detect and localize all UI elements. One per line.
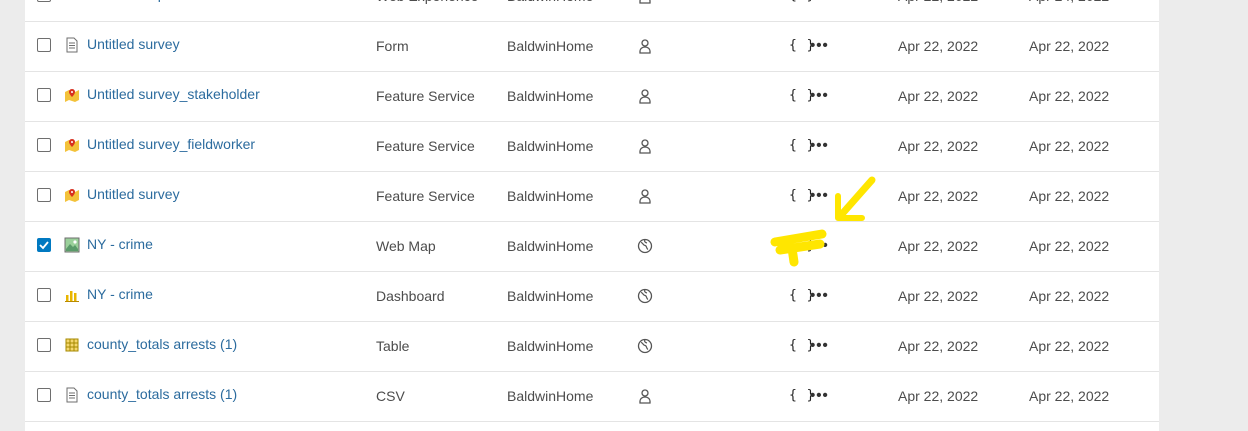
table-row[interactable]: Untitled survey Feature Service BaldwinHom… <box>25 171 1159 222</box>
modified-date: Apr 22, 2022 <box>1029 138 1110 154</box>
dashboard-icon <box>64 287 80 303</box>
more-options-button[interactable]: ••• <box>810 0 829 21</box>
web-map-icon <box>64 237 80 253</box>
table-row[interactable]: county_totals arrests (1) Table BaldwinHom… <box>25 321 1159 372</box>
item-title-link[interactable]: Untitled survey <box>87 171 180 221</box>
item-owner: BaldwinHome <box>507 38 594 54</box>
created-date: Apr 22, 2022 <box>898 88 979 104</box>
item-title-link[interactable]: Untitled survey_stakeholder <box>87 71 260 121</box>
item-type: Feature Service <box>376 138 475 154</box>
form-icon <box>64 37 80 53</box>
csv-file-icon <box>64 387 80 403</box>
item-title-link[interactable]: county_totals arrests (1) <box>87 321 237 371</box>
public-globe-icon <box>637 338 653 354</box>
more-options-button[interactable]: ••• <box>810 121 829 171</box>
row-checkbox[interactable] <box>37 138 51 152</box>
feature-service-icon <box>64 187 80 203</box>
feature-service-icon <box>64 137 80 153</box>
table-row[interactable]: county_totals arrests (1) CSV BaldwinHome{… <box>25 371 1159 422</box>
item-owner: BaldwinHome <box>507 388 594 404</box>
modified-date: Apr 22, 2022 <box>1029 38 1110 54</box>
row-checkbox[interactable] <box>37 288 51 302</box>
created-date: Apr 22, 2022 <box>898 338 979 354</box>
checkmark-icon <box>39 241 49 250</box>
more-options-button[interactable]: ••• <box>810 271 829 321</box>
more-options-button[interactable]: ••• <box>810 71 829 121</box>
more-options-button[interactable]: ••• <box>810 21 829 71</box>
public-globe-icon <box>637 288 653 304</box>
item-title-link[interactable]: Untitled survey_fieldworker <box>87 121 255 171</box>
item-title-link[interactable]: Untitled map <box>87 0 166 21</box>
row-checkbox[interactable] <box>37 238 51 252</box>
modified-date: Apr 22, 2022 <box>1029 388 1110 404</box>
item-owner: BaldwinHome <box>507 0 593 21</box>
item-owner: BaldwinHome <box>507 338 594 354</box>
modified-date: Apr 22, 2022 <box>1029 338 1110 354</box>
created-date: Apr 22, 2022 <box>898 388 979 404</box>
owner-icon <box>637 388 653 404</box>
table-row[interactable]: Untitled survey Form BaldwinHome{ } ••• Apr … <box>25 21 1159 72</box>
item-title-link[interactable]: Untitled survey <box>87 21 180 71</box>
item-owner: BaldwinHome <box>507 238 594 254</box>
modified-date: Apr 22, 2022 <box>1029 288 1110 304</box>
more-options-button[interactable]: ••• <box>810 371 829 421</box>
item-type: Web Map <box>376 238 436 254</box>
row-checkbox[interactable] <box>37 338 51 352</box>
row-checkbox[interactable] <box>37 88 51 102</box>
owner-icon <box>637 88 653 104</box>
table-row[interactable]: Untitled survey_stakeholder Feature Servi… <box>25 71 1159 122</box>
public-globe-icon <box>637 238 653 254</box>
owner-icon <box>637 38 653 54</box>
row-checkbox[interactable] <box>37 38 51 52</box>
item-type: Table <box>376 338 410 354</box>
modified-date: Apr 22, 2022 <box>1029 238 1110 254</box>
item-type: Feature Service <box>376 188 475 204</box>
created-date: Apr 22, 2022 <box>898 288 979 304</box>
more-options-button[interactable]: ••• <box>810 171 829 221</box>
table-row[interactable]: Untitled survey_fieldworker Feature Servi… <box>25 121 1159 172</box>
modified-date: Apr 24, 2022 <box>1029 0 1109 21</box>
owner-icon <box>637 138 653 154</box>
item-owner: BaldwinHome <box>507 188 594 204</box>
item-title-link[interactable]: NY - crime <box>87 221 153 271</box>
item-type: Feature Service <box>376 88 475 104</box>
more-options-button[interactable]: ••• <box>810 221 829 271</box>
created-date: Apr 22, 2022 <box>898 238 979 254</box>
item-owner: BaldwinHome <box>507 288 594 304</box>
modified-date: Apr 22, 2022 <box>1029 188 1110 204</box>
table-row[interactable]: NY - crime Web Map BaldwinHome{ } ••• Apr 22… <box>25 221 1159 272</box>
item-type: Dashboard <box>376 288 445 304</box>
item-title-link[interactable]: county_totals arrests (1) <box>87 371 237 421</box>
table-icon <box>64 337 80 353</box>
experience-icon <box>64 0 80 3</box>
created-date: Apr 22, 2022 <box>898 138 979 154</box>
feature-service-icon <box>64 87 80 103</box>
owner-icon <box>637 0 653 4</box>
row-checkbox[interactable] <box>37 388 51 402</box>
item-type: Form <box>376 38 409 54</box>
created-date: Apr 22, 2022 <box>898 38 979 54</box>
table-row[interactable]: Untitled mapWeb ExperienceBaldwinHome{ }… <box>25 0 1159 22</box>
created-date: Apr 22, 2022 <box>898 0 978 21</box>
item-title-link[interactable]: NY - crime <box>87 271 153 321</box>
content-table: Untitled mapWeb ExperienceBaldwinHome{ }… <box>25 0 1159 431</box>
table-row[interactable]: NY - crime Dashboard BaldwinHome{ } ••• Apr … <box>25 271 1159 322</box>
row-checkbox[interactable] <box>37 188 51 202</box>
item-owner: BaldwinHome <box>507 88 594 104</box>
item-type: CSV <box>376 388 405 404</box>
more-options-button[interactable]: ••• <box>810 321 829 371</box>
created-date: Apr 22, 2022 <box>898 188 979 204</box>
item-owner: BaldwinHome <box>507 138 594 154</box>
owner-icon <box>637 188 653 204</box>
row-checkbox[interactable] <box>37 0 51 2</box>
modified-date: Apr 22, 2022 <box>1029 88 1110 104</box>
item-type: Web Experience <box>376 0 478 21</box>
